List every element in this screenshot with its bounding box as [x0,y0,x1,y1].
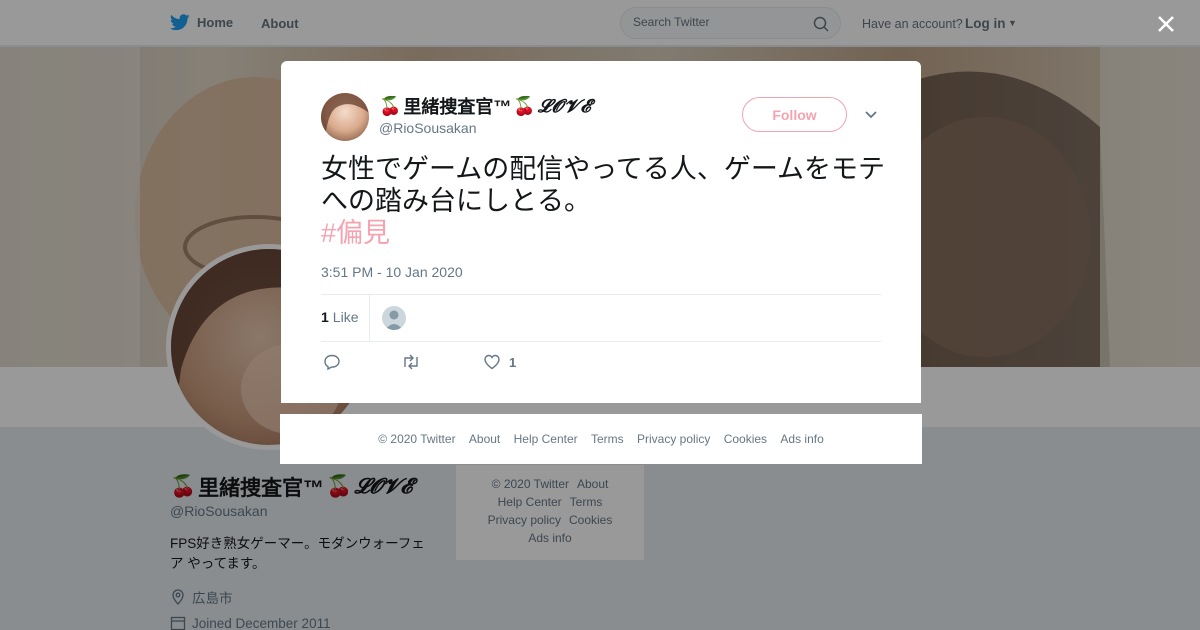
follow-button[interactable]: Follow [742,97,847,132]
stat-divider [369,295,370,341]
default-avatar-icon [385,310,403,330]
like-label: Like [332,309,359,325]
like-count: 1 [321,309,329,325]
tweet-text: 女性でゲームの配信やってる人、ゲームをモテへの踏み台にしとる。 [321,154,886,216]
like-action-count: 1 [509,354,517,370]
footer-copyright: © 2020 Twitter [378,432,456,446]
reply-button[interactable] [323,353,341,371]
tweet-actions: 1 [321,353,881,377]
retweet-button[interactable] [401,353,421,371]
footer-about-link[interactable]: About [469,432,500,446]
footer-cookies-link[interactable]: Cookies [724,432,767,446]
tweet-stats: 1 Like [321,294,881,342]
modal-footer: © 2020 Twitter About Help Center Terms P… [280,414,922,464]
tweet-author-avatar[interactable] [321,93,369,141]
like-stat[interactable]: 1 Like [321,309,358,325]
footer-help-link[interactable]: Help Center [514,432,578,446]
footer-privacy-link[interactable]: Privacy policy [637,432,710,446]
chevron-down-icon[interactable] [864,108,878,122]
tweet-author-handle[interactable]: @RioSousakan [379,120,477,136]
tweet-modal: 🍒 里緒捜査官™ 🍒 𝓛𝓞𝓥𝓔 @RioSousakan Follow 女性でゲ… [281,61,921,403]
tweet-hashtag-link[interactable]: #偏見 [321,217,390,249]
liker-avatar[interactable] [382,306,406,330]
footer-ads-link[interactable]: Ads info [780,432,823,446]
retweet-icon [404,354,418,370]
tweet-timestamp[interactable]: 3:51 PM - 10 Jan 2020 [321,264,463,280]
cherry-icon: 🍒 [513,95,536,116]
cherry-icon: 🍒 [379,95,402,116]
tweet-author-name[interactable]: 🍒 里緒捜査官™ 🍒 𝓛𝓞𝓥𝓔 [379,93,592,119]
heart-icon [484,354,500,370]
footer-terms-link[interactable]: Terms [591,432,624,446]
tweet-author-name-text: 里緒捜査官™ [403,97,512,117]
author-avatar-face [321,93,369,141]
tweet-author-name-suffix: 𝓛𝓞𝓥𝓔 [537,95,592,117]
reply-icon [324,354,340,371]
like-button[interactable]: 1 [483,353,516,371]
close-icon[interactable] [1152,10,1180,38]
